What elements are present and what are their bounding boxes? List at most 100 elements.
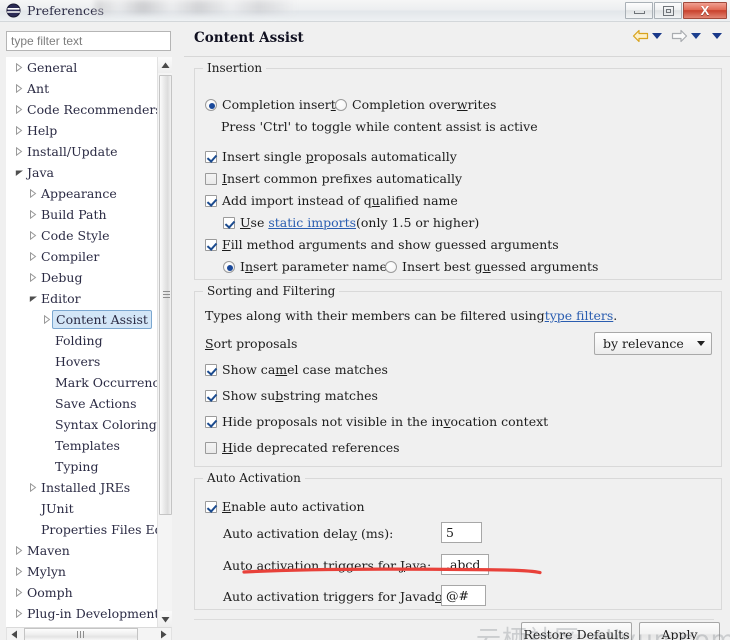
- checkbox-fill-method-arguments[interactable]: Fill method arguments and show guessed a…: [205, 237, 559, 252]
- page-view-menu-button[interactable]: [712, 33, 722, 39]
- tree-item-debug[interactable]: Debug: [6, 267, 158, 288]
- maximize-button[interactable]: [654, 2, 682, 19]
- static-imports-link[interactable]: static imports: [268, 215, 356, 230]
- chevron-right-icon[interactable]: [12, 588, 26, 597]
- tree-vertical-scrollbar[interactable]: [157, 57, 172, 627]
- sort-proposals-dropdown[interactable]: by relevance: [594, 332, 712, 355]
- preferences-window: Preferences X General Ant Code Recommender…: [0, 0, 730, 640]
- tree-item-templates[interactable]: Templates: [6, 435, 158, 456]
- checkbox-hide-deprecated[interactable]: Hide deprecated references: [205, 440, 400, 455]
- maximize-icon: [662, 5, 674, 16]
- chevron-right-icon[interactable]: [12, 105, 26, 114]
- label-text: Auto activation triggers for Javadoc:: [223, 589, 454, 604]
- dropdown-value: by relevance: [603, 336, 684, 351]
- tree-item-compiler[interactable]: Compiler: [6, 246, 158, 267]
- minimize-button[interactable]: [625, 2, 653, 19]
- tree-item-general[interactable]: General: [6, 57, 158, 78]
- checkbox-label: Insert common prefixes automatically: [222, 171, 463, 186]
- auto-activation-javadoc-input[interactable]: [441, 585, 486, 606]
- back-arrow-icon: [632, 29, 649, 43]
- chevron-right-icon[interactable]: [26, 231, 40, 240]
- tree-item-install-update[interactable]: Install/Update: [6, 141, 158, 162]
- tree-item-oomph[interactable]: Oomph: [6, 582, 158, 603]
- tree-item-typing[interactable]: Typing: [6, 456, 158, 477]
- tree-item-content-assist[interactable]: Content Assist: [6, 309, 158, 330]
- checkbox-show-camel-case[interactable]: Show camel case matches: [205, 362, 388, 377]
- checkbox-hide-not-visible[interactable]: Hide proposals not visible in the invoca…: [205, 414, 548, 429]
- hscrollbar-thumb[interactable]: [24, 628, 138, 640]
- label-text: Sort proposals: [205, 336, 298, 351]
- forward-dropdown-button[interactable]: [691, 33, 701, 39]
- chevron-right-icon[interactable]: [12, 84, 26, 93]
- tree-item-code-style[interactable]: Code Style: [6, 225, 158, 246]
- back-button[interactable]: [632, 29, 649, 43]
- radio-insert-best-guessed-arguments[interactable]: Insert best guessed arguments: [385, 259, 598, 274]
- sort-proposals-label: Sort proposals: [205, 336, 297, 351]
- chevron-right-icon[interactable]: [26, 252, 40, 261]
- scroll-left-button[interactable]: [7, 628, 22, 640]
- chevron-down-icon[interactable]: [26, 295, 40, 303]
- tree-item-editor[interactable]: Editor: [6, 288, 158, 309]
- checkbox-use-static-imports[interactable]: Use static imports (only 1.5 or higher): [223, 215, 479, 230]
- tree-horizontal-scrollbar[interactable]: [6, 627, 172, 640]
- checkbox-indicator: [205, 441, 217, 454]
- type-filters-link[interactable]: type filters: [545, 308, 614, 323]
- tree-item-label: Mylyn: [27, 564, 66, 579]
- tree-item-hovers[interactable]: Hovers: [6, 351, 158, 372]
- apply-button[interactable]: Apply: [639, 622, 720, 640]
- checkbox-insert-single-proposals[interactable]: Insert single proposals automatically: [205, 149, 457, 164]
- scroll-up-button[interactable]: [158, 57, 172, 73]
- tree-item-folding[interactable]: Folding: [6, 330, 158, 351]
- tree-item-properties-files-editor[interactable]: Properties Files Editor: [6, 519, 158, 540]
- auto-activation-java-input[interactable]: [441, 554, 489, 575]
- checkbox-label: Hide deprecated references: [222, 440, 400, 455]
- chevron-right-icon[interactable]: [12, 126, 26, 135]
- tree-item-build-path[interactable]: Build Path: [6, 204, 158, 225]
- tree-item-java[interactable]: Java: [6, 162, 158, 183]
- chevron-right-icon[interactable]: [12, 147, 26, 156]
- chevron-right-icon[interactable]: [26, 273, 40, 282]
- chevron-down-icon[interactable]: [12, 169, 26, 177]
- filter-input[interactable]: [6, 31, 171, 51]
- radio-insert-parameter-names[interactable]: Insert parameter names: [223, 259, 393, 274]
- checkbox-show-substring[interactable]: Show substring matches: [205, 388, 378, 403]
- radio-completion-overwrites[interactable]: Completion overwrites: [335, 97, 496, 112]
- tree-item-plug-in-development[interactable]: Plug-in Development: [6, 603, 158, 624]
- chevron-right-icon[interactable]: [26, 210, 40, 219]
- auto-activation-delay-input[interactable]: [441, 522, 482, 543]
- scroll-down-button[interactable]: [158, 611, 172, 627]
- chevron-down-icon: [712, 33, 722, 39]
- chevron-right-icon[interactable]: [26, 483, 40, 492]
- scrollbar-thumb[interactable]: [159, 75, 172, 515]
- checkbox-label: Fill method arguments and show guessed a…: [222, 237, 559, 252]
- checkbox-insert-common-prefixes[interactable]: Insert common prefixes automatically: [205, 171, 462, 186]
- radio-completion-inserts[interactable]: Completion inserts: [205, 97, 342, 112]
- forward-button[interactable]: [671, 29, 688, 43]
- back-dropdown-button[interactable]: [652, 33, 662, 39]
- sorting-group-label: Sorting and Filtering: [203, 284, 340, 298]
- checkbox-enable-auto-activation[interactable]: Enable auto activation: [205, 499, 365, 514]
- checkbox-add-import[interactable]: Add import instead of qualified name: [205, 193, 458, 208]
- tree-item-code-recommenders[interactable]: Code Recommenders: [6, 99, 158, 120]
- tree-item-syntax-coloring[interactable]: Syntax Coloring: [6, 414, 158, 435]
- close-button[interactable]: X: [683, 2, 727, 19]
- tree-item-installed-jres[interactable]: Installed JREs: [6, 477, 158, 498]
- tree-item-mark-occurrences[interactable]: Mark Occurrences: [6, 372, 158, 393]
- restore-defaults-button[interactable]: Restore Defaults: [521, 622, 632, 640]
- tree-item-junit[interactable]: JUnit: [6, 498, 158, 519]
- tree-item-appearance[interactable]: Appearance: [6, 183, 158, 204]
- tree-item-save-actions[interactable]: Save Actions: [6, 393, 158, 414]
- tree-item-ant[interactable]: Ant: [6, 78, 158, 99]
- chevron-right-icon[interactable]: [12, 567, 26, 576]
- scroll-right-button[interactable]: [156, 628, 171, 640]
- hscrollbar-grip: [76, 631, 86, 638]
- chevron-right-icon[interactable]: [12, 63, 26, 72]
- preferences-tree[interactable]: General Ant Code Recommenders Help Install/U…: [6, 57, 172, 627]
- chevron-right-icon[interactable]: [12, 609, 26, 618]
- auto-activation-javadoc-label: Auto activation triggers for Javadoc:: [223, 589, 454, 604]
- tree-item-maven[interactable]: Maven: [6, 540, 158, 561]
- tree-item-help[interactable]: Help: [6, 120, 158, 141]
- chevron-right-icon[interactable]: [26, 189, 40, 198]
- tree-item-mylyn[interactable]: Mylyn: [6, 561, 158, 582]
- chevron-right-icon[interactable]: [12, 546, 26, 555]
